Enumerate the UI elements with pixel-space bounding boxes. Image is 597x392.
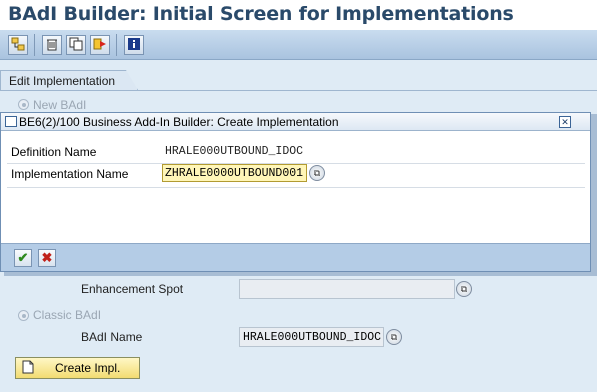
badi-name-label: BAdI Name [81, 330, 143, 344]
hierarchy-icon [11, 37, 25, 54]
definition-name-label: Definition Name [11, 145, 97, 159]
new-document-icon [22, 360, 34, 377]
dialog-close-button[interactable]: ✕ [559, 116, 571, 128]
copy-icon [69, 37, 83, 54]
radio-classic-badi[interactable] [18, 310, 29, 321]
radio-new-badi-label: New BAdI [33, 98, 87, 112]
dialog-shadow [591, 114, 597, 274]
info-button[interactable] [124, 35, 144, 55]
tab-edit-implementation[interactable]: Edit Implementation [0, 70, 138, 90]
create-implementation-dialog: BE6(2)/100 Business Add-In Builder: Crea… [0, 112, 591, 272]
value-help-icon: ⧉ [460, 283, 468, 294]
toolbar-separator [116, 34, 117, 56]
dialog-body: Definition Name HRALE000UTBOUND_IDOC Imp… [1, 131, 590, 243]
checkmark-icon: ✔ [17, 250, 29, 265]
toolbar-separator [34, 34, 35, 56]
dialog-window-icon [5, 116, 17, 127]
dialog-title-bar: BE6(2)/100 Business Add-In Builder: Crea… [1, 113, 590, 131]
transport-button[interactable] [90, 35, 110, 55]
confirm-button[interactable]: ✔ [14, 249, 32, 267]
value-help-icon: ⧉ [390, 331, 398, 342]
definition-name-value: HRALE000UTBOUND_IDOC [165, 145, 304, 158]
close-icon: ✕ [561, 117, 569, 127]
radio-new-badi[interactable] [18, 99, 29, 110]
cancel-button[interactable]: ✖ [38, 249, 56, 267]
implementation-name-label: Implementation Name [11, 167, 129, 181]
delete-button[interactable] [42, 35, 62, 55]
dialog-shadow [4, 272, 597, 276]
info-icon [127, 37, 141, 54]
page-title: BAdI Builder: Initial Screen for Impleme… [8, 3, 514, 25]
enhancement-spot-label: Enhancement Spot [81, 282, 184, 296]
badi-name-f4-help-button[interactable]: ⧉ [386, 329, 402, 345]
title-bar: BAdI Builder: Initial Screen for Impleme… [0, 0, 597, 30]
dialog-footer: ✔ ✖ [1, 243, 590, 271]
create-impl-button[interactable]: Create Impl. [15, 357, 140, 379]
transport-icon [93, 37, 107, 54]
value-help-icon: ⧉ [313, 167, 321, 178]
enhancement-spot-f4-help-button[interactable]: ⧉ [456, 281, 472, 297]
radio-classic-badi-label: Classic BAdI [33, 308, 102, 322]
badi-name-field[interactable]: HRALE000UTBOUND_IDOC [239, 327, 384, 347]
delete-icon [45, 37, 59, 54]
implementation-name-input[interactable]: ZHRALE0000UTBOUND001 [162, 164, 307, 182]
dialog-title: BE6(2)/100 Business Add-In Builder: Crea… [19, 115, 339, 129]
application-toolbar [0, 30, 597, 60]
implementation-name-f4-help-button[interactable]: ⧉ [309, 165, 325, 181]
enhancement-spot-field[interactable] [239, 279, 455, 299]
create-impl-label: Create Impl. [55, 361, 121, 375]
copy-button[interactable] [66, 35, 86, 55]
hierarchy-button[interactable] [8, 35, 28, 55]
cancel-x-icon: ✖ [41, 250, 53, 265]
tab-divider [0, 90, 597, 91]
tab-strip: Edit Implementation [0, 70, 597, 90]
row-divider [7, 187, 585, 188]
